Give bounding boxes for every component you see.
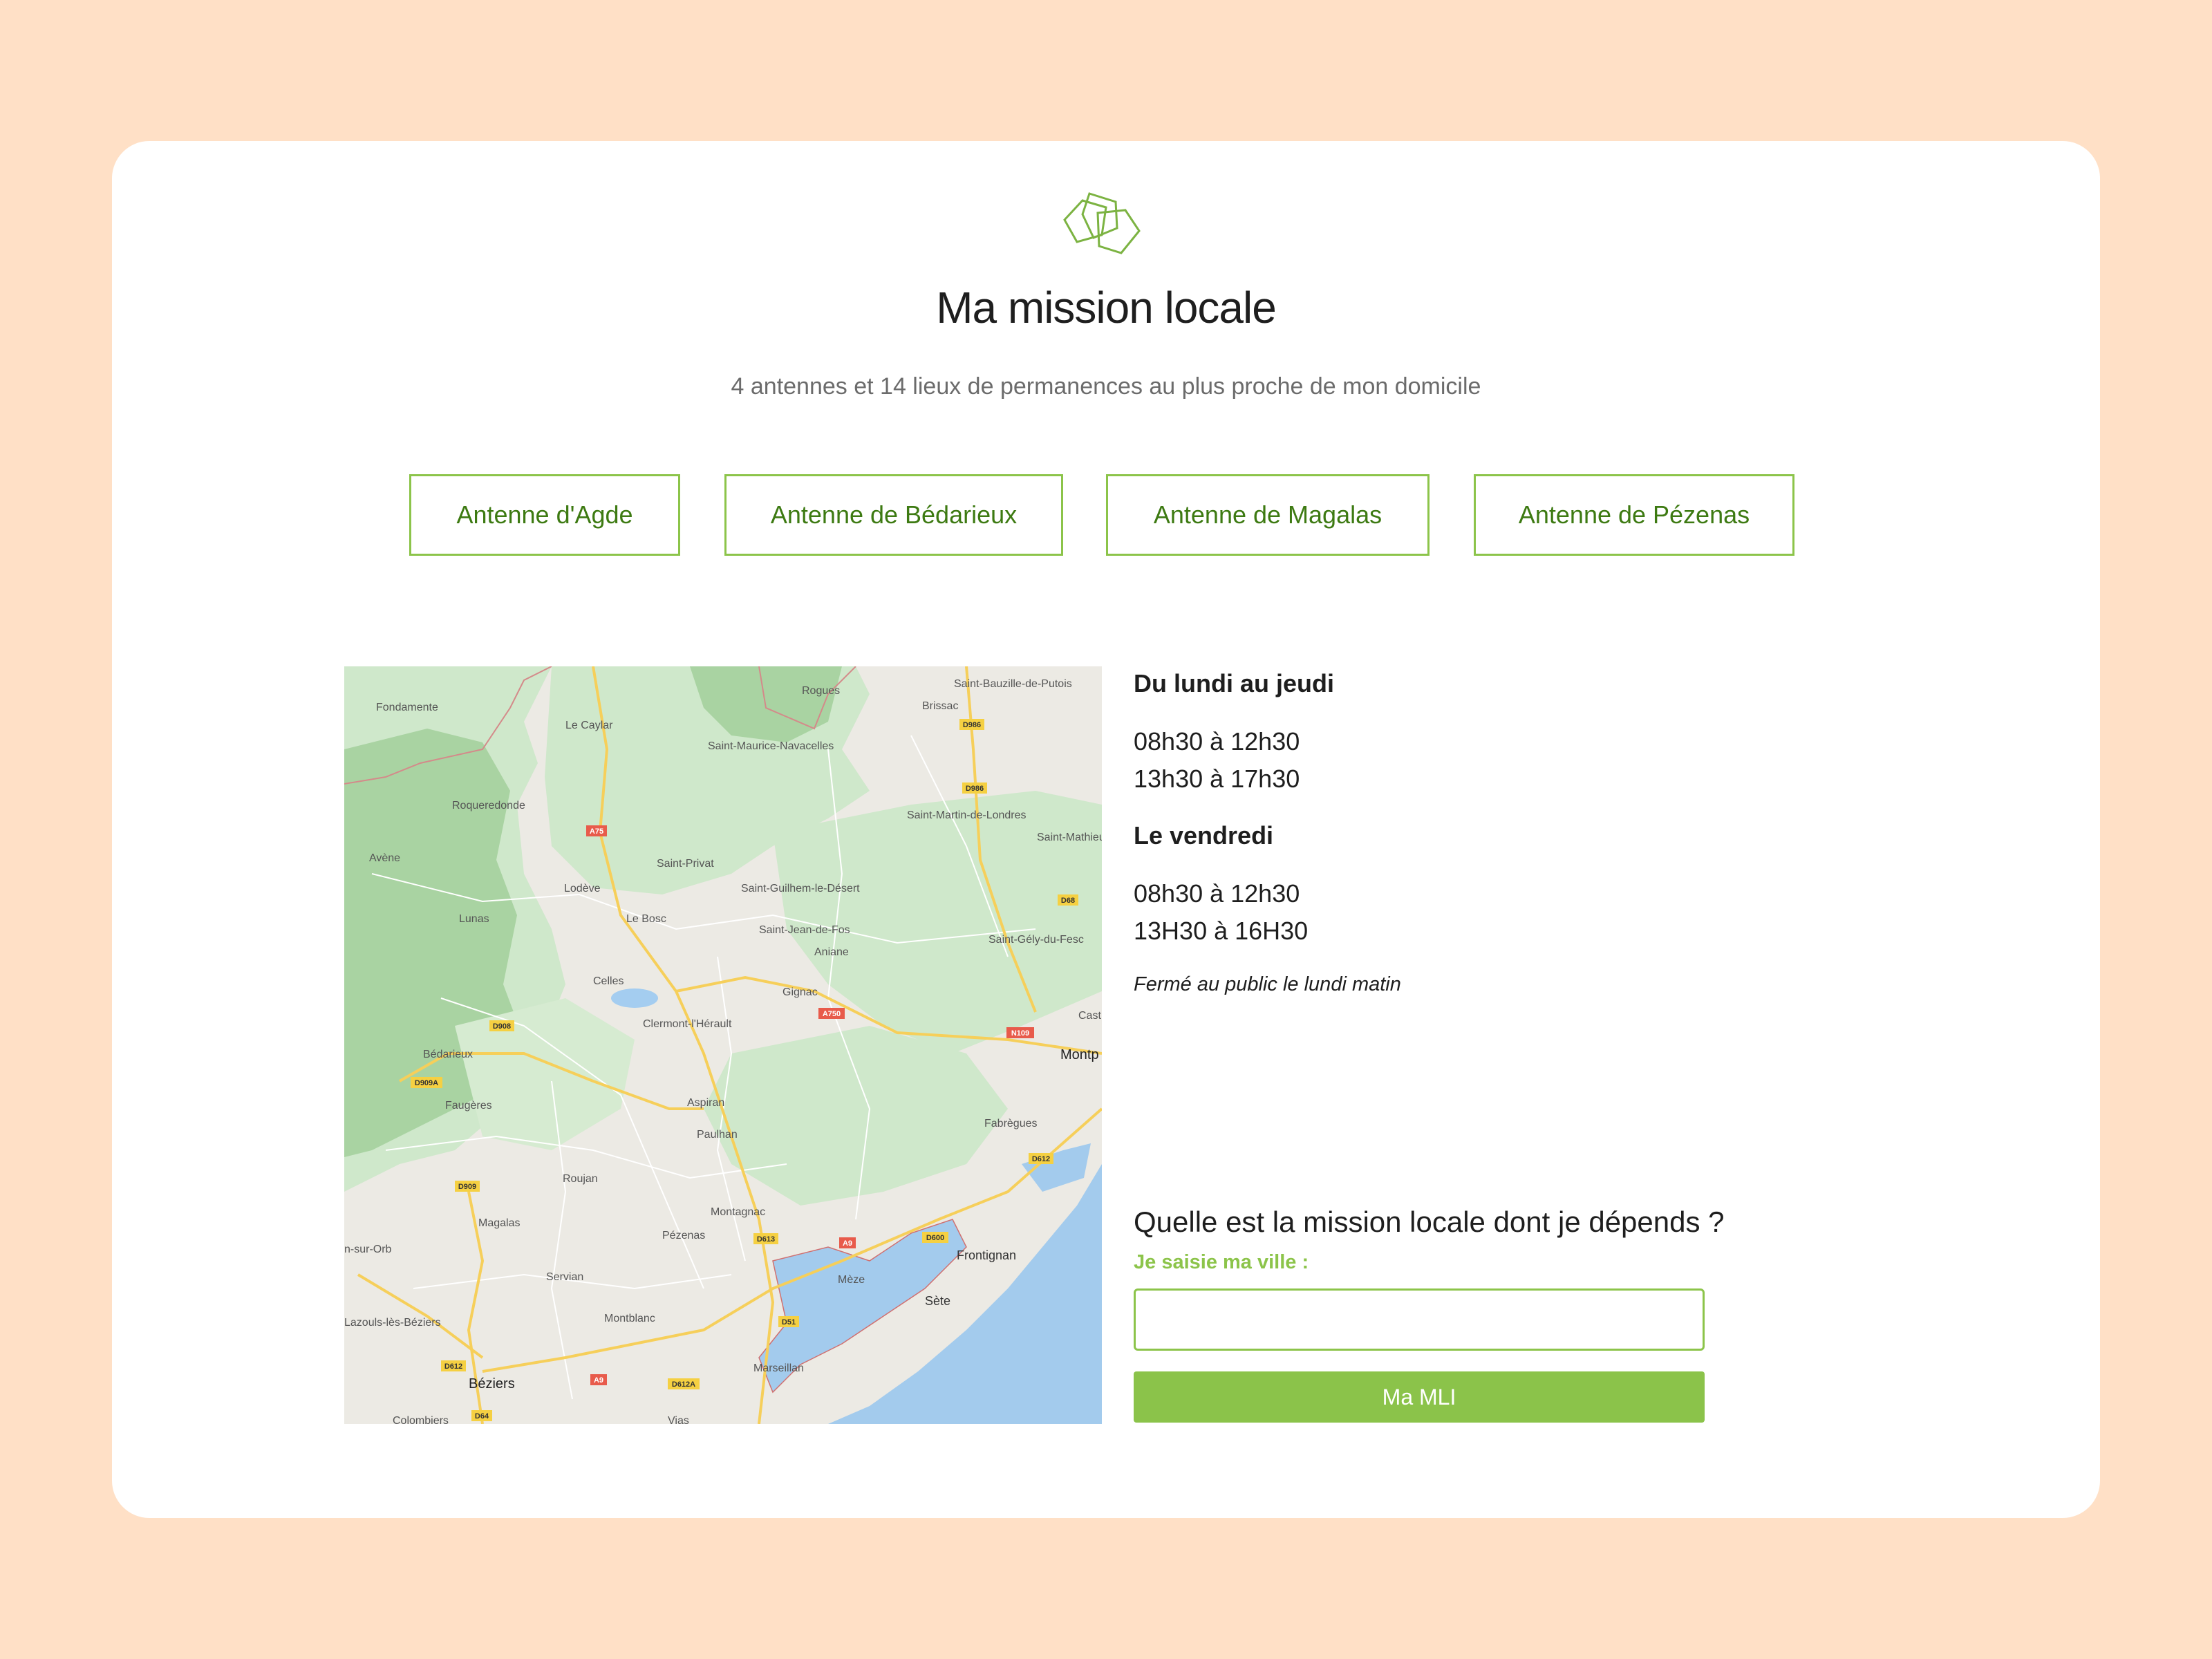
map-label: Le Caylar: [565, 720, 613, 731]
map-label: Avène: [369, 852, 400, 864]
map-label: Montblanc: [604, 1313, 655, 1324]
map-label: Fabrègues: [984, 1118, 1038, 1130]
map-label: Gignac: [782, 986, 818, 998]
page-title: Ma mission locale: [936, 283, 1277, 332]
map-label: Clermont-l'Hérault: [643, 1018, 732, 1030]
map-label: Roqueredonde: [452, 800, 525, 812]
map-label: Roujan: [563, 1173, 598, 1185]
map-road-badge: D986: [966, 785, 984, 793]
map-label: Magalas: [478, 1217, 520, 1229]
city-input-label: Je saisie ma ville :: [1134, 1251, 1309, 1273]
pentagons-logo-icon: [1063, 192, 1141, 254]
map-road-badge: D612: [1032, 1155, 1050, 1163]
weekdays-heading: Du lundi au jeudi: [1134, 669, 1334, 697]
map-road-badge: D613: [757, 1235, 775, 1244]
map-road-badge: D51: [782, 1318, 796, 1327]
map-road-badge: A9: [843, 1239, 852, 1248]
weekdays-afternoon-hours: 13h30 à 17h30: [1134, 765, 1300, 793]
map-road-badge: N109: [1011, 1029, 1029, 1038]
map-canvas[interactable]: Fondamente Le Caylar Rogues Saint-Bauzil…: [344, 666, 1102, 1424]
map-label: Paulhan: [697, 1129, 738, 1141]
map-label: Servian: [546, 1271, 583, 1283]
map-road-badge: D986: [963, 721, 981, 729]
antenna-pezenas-button[interactable]: Antenne de Pézenas: [1474, 474, 1794, 556]
map-label: Cast: [1078, 1010, 1101, 1022]
friday-afternoon-hours: 13H30 à 16H30: [1134, 917, 1309, 945]
map-label: Lodève: [564, 883, 601, 894]
map-label: Vias: [668, 1415, 689, 1424]
antenna-bedarieux-button[interactable]: Antenne de Bédarieux: [724, 474, 1063, 556]
map-label: Bédarieux: [423, 1049, 473, 1060]
map-road-badge: D600: [926, 1234, 944, 1242]
map-label: Saint-Privat: [657, 858, 714, 870]
map-lake-salagou: [611, 988, 658, 1008]
map-label: Montp: [1060, 1047, 1099, 1062]
map-label: Frontignan: [957, 1248, 1016, 1262]
finder-question: Quelle est la mission locale dont je dép…: [1134, 1206, 1725, 1238]
friday-heading: Le vendredi: [1134, 821, 1274, 850]
map-road-badge: D909A: [415, 1079, 438, 1087]
map-label: Marseillan: [753, 1362, 804, 1374]
map-label: Béziers: [469, 1376, 515, 1391]
map-road-badge: D908: [493, 1022, 511, 1031]
map-label: Fondamente: [376, 702, 438, 713]
map-label: Saint-Bauzille-de-Putois: [954, 678, 1072, 690]
map-label: n-sur-Orb: [344, 1244, 392, 1255]
map-label: Pézenas: [662, 1230, 705, 1241]
map-label: Saint-Guilhem-le-Désert: [741, 883, 860, 894]
map-road-badge: D64: [475, 1412, 489, 1421]
map-label: Montagnac: [711, 1206, 765, 1218]
map-label: Saint-Jean-de-Fos: [759, 924, 850, 936]
page-subtitle: 4 antennes et 14 lieux de permanences au…: [731, 373, 1481, 400]
map-label: Saint-Maurice-Navacelles: [708, 740, 834, 752]
map-label: Saint-Mathieu: [1037, 832, 1102, 843]
closed-note: Fermé au public le lundi matin: [1134, 973, 1401, 995]
map-label: Rogues: [802, 685, 840, 697]
map-label: Lazouls-lès-Béziers: [344, 1317, 441, 1329]
map-view[interactable]: Fondamente Le Caylar Rogues Saint-Bauzil…: [344, 666, 1102, 1424]
map-road-badge: D612A: [672, 1380, 695, 1389]
map-road-badge: A750: [823, 1010, 841, 1018]
antenna-agde-button[interactable]: Antenne d'Agde: [409, 474, 680, 556]
map-road-badge: A9: [594, 1376, 603, 1385]
ma-mli-button[interactable]: Ma MLI: [1134, 1371, 1705, 1423]
map-label: Brissac: [922, 700, 958, 712]
map-label: Mèze: [838, 1274, 865, 1286]
map-label: Saint-Gély-du-Fesc: [988, 934, 1084, 946]
friday-morning-hours: 08h30 à 12h30: [1134, 879, 1300, 908]
map-label: Aspiran: [687, 1097, 724, 1109]
map-label: Lunas: [459, 913, 489, 925]
map-road-badge: D612: [444, 1362, 462, 1371]
map-label: Aniane: [814, 946, 849, 958]
map-label: Celles: [593, 975, 624, 987]
map-label: Faugères: [445, 1100, 492, 1112]
map-road-badge: A75: [590, 827, 603, 836]
antenna-magalas-button[interactable]: Antenne de Magalas: [1106, 474, 1430, 556]
weekdays-morning-hours: 08h30 à 12h30: [1134, 727, 1300, 756]
map-label: Saint-Martin-de-Londres: [907, 809, 1027, 821]
map-road-badge: D909: [458, 1183, 476, 1191]
map-label: Le Bosc: [626, 913, 666, 925]
city-input[interactable]: [1134, 1288, 1705, 1351]
map-label: Sète: [925, 1294, 950, 1308]
map-road-badge: D68: [1061, 897, 1075, 905]
map-label: Colombiers: [393, 1415, 449, 1424]
